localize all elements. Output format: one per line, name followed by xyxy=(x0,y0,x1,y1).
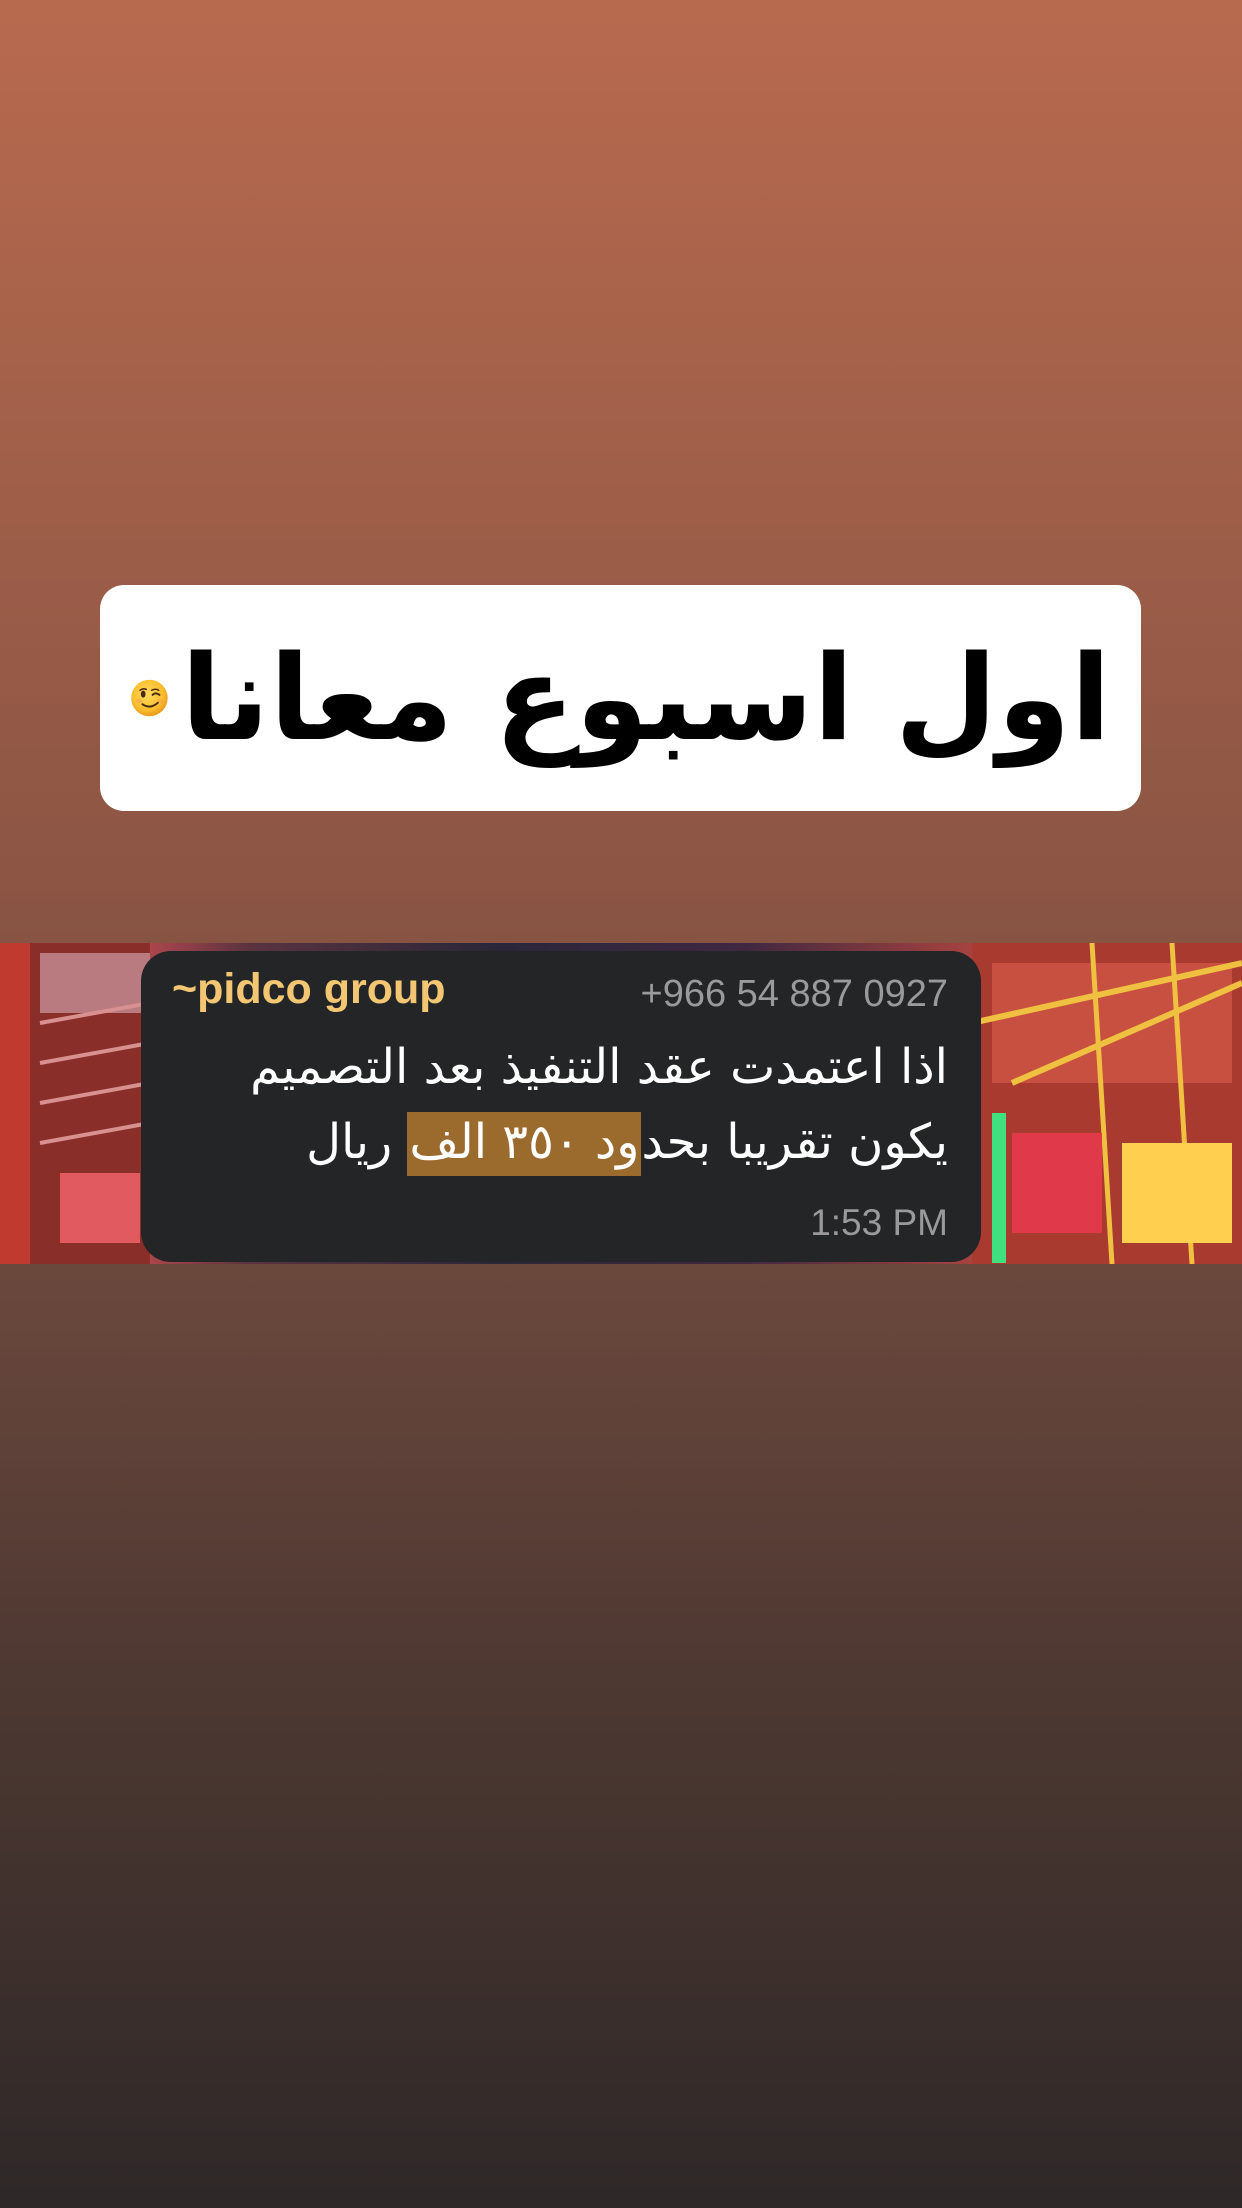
sender-phone: +966 54 887 0927 xyxy=(640,973,948,1015)
sender-name[interactable]: ~pidco group xyxy=(172,965,446,1014)
message-text-part: ريال xyxy=(306,1114,408,1170)
message-text-part: يكون تقريبا بحد xyxy=(641,1114,948,1170)
message-bubble[interactable]: ~pidco group +966 54 887 0927 اذا اعتمدت… xyxy=(141,951,981,1262)
caption-text: اول اسبوع معانا xyxy=(180,629,1111,767)
highlighted-text: ود ٣٥٠ الف xyxy=(407,1112,642,1176)
message-timestamp: 1:53 PM xyxy=(810,1202,948,1243)
caption-card: اول اسبوع معانا xyxy=(100,585,1141,811)
message-text-line-2: يكون تقريبا بحدود ٣٥٠ الف ريال xyxy=(306,1112,948,1176)
winking-face-icon xyxy=(131,679,168,717)
message-text-line-1: اذا اعتمدت عقد التنفيذ بعد التصميم xyxy=(250,1039,948,1095)
